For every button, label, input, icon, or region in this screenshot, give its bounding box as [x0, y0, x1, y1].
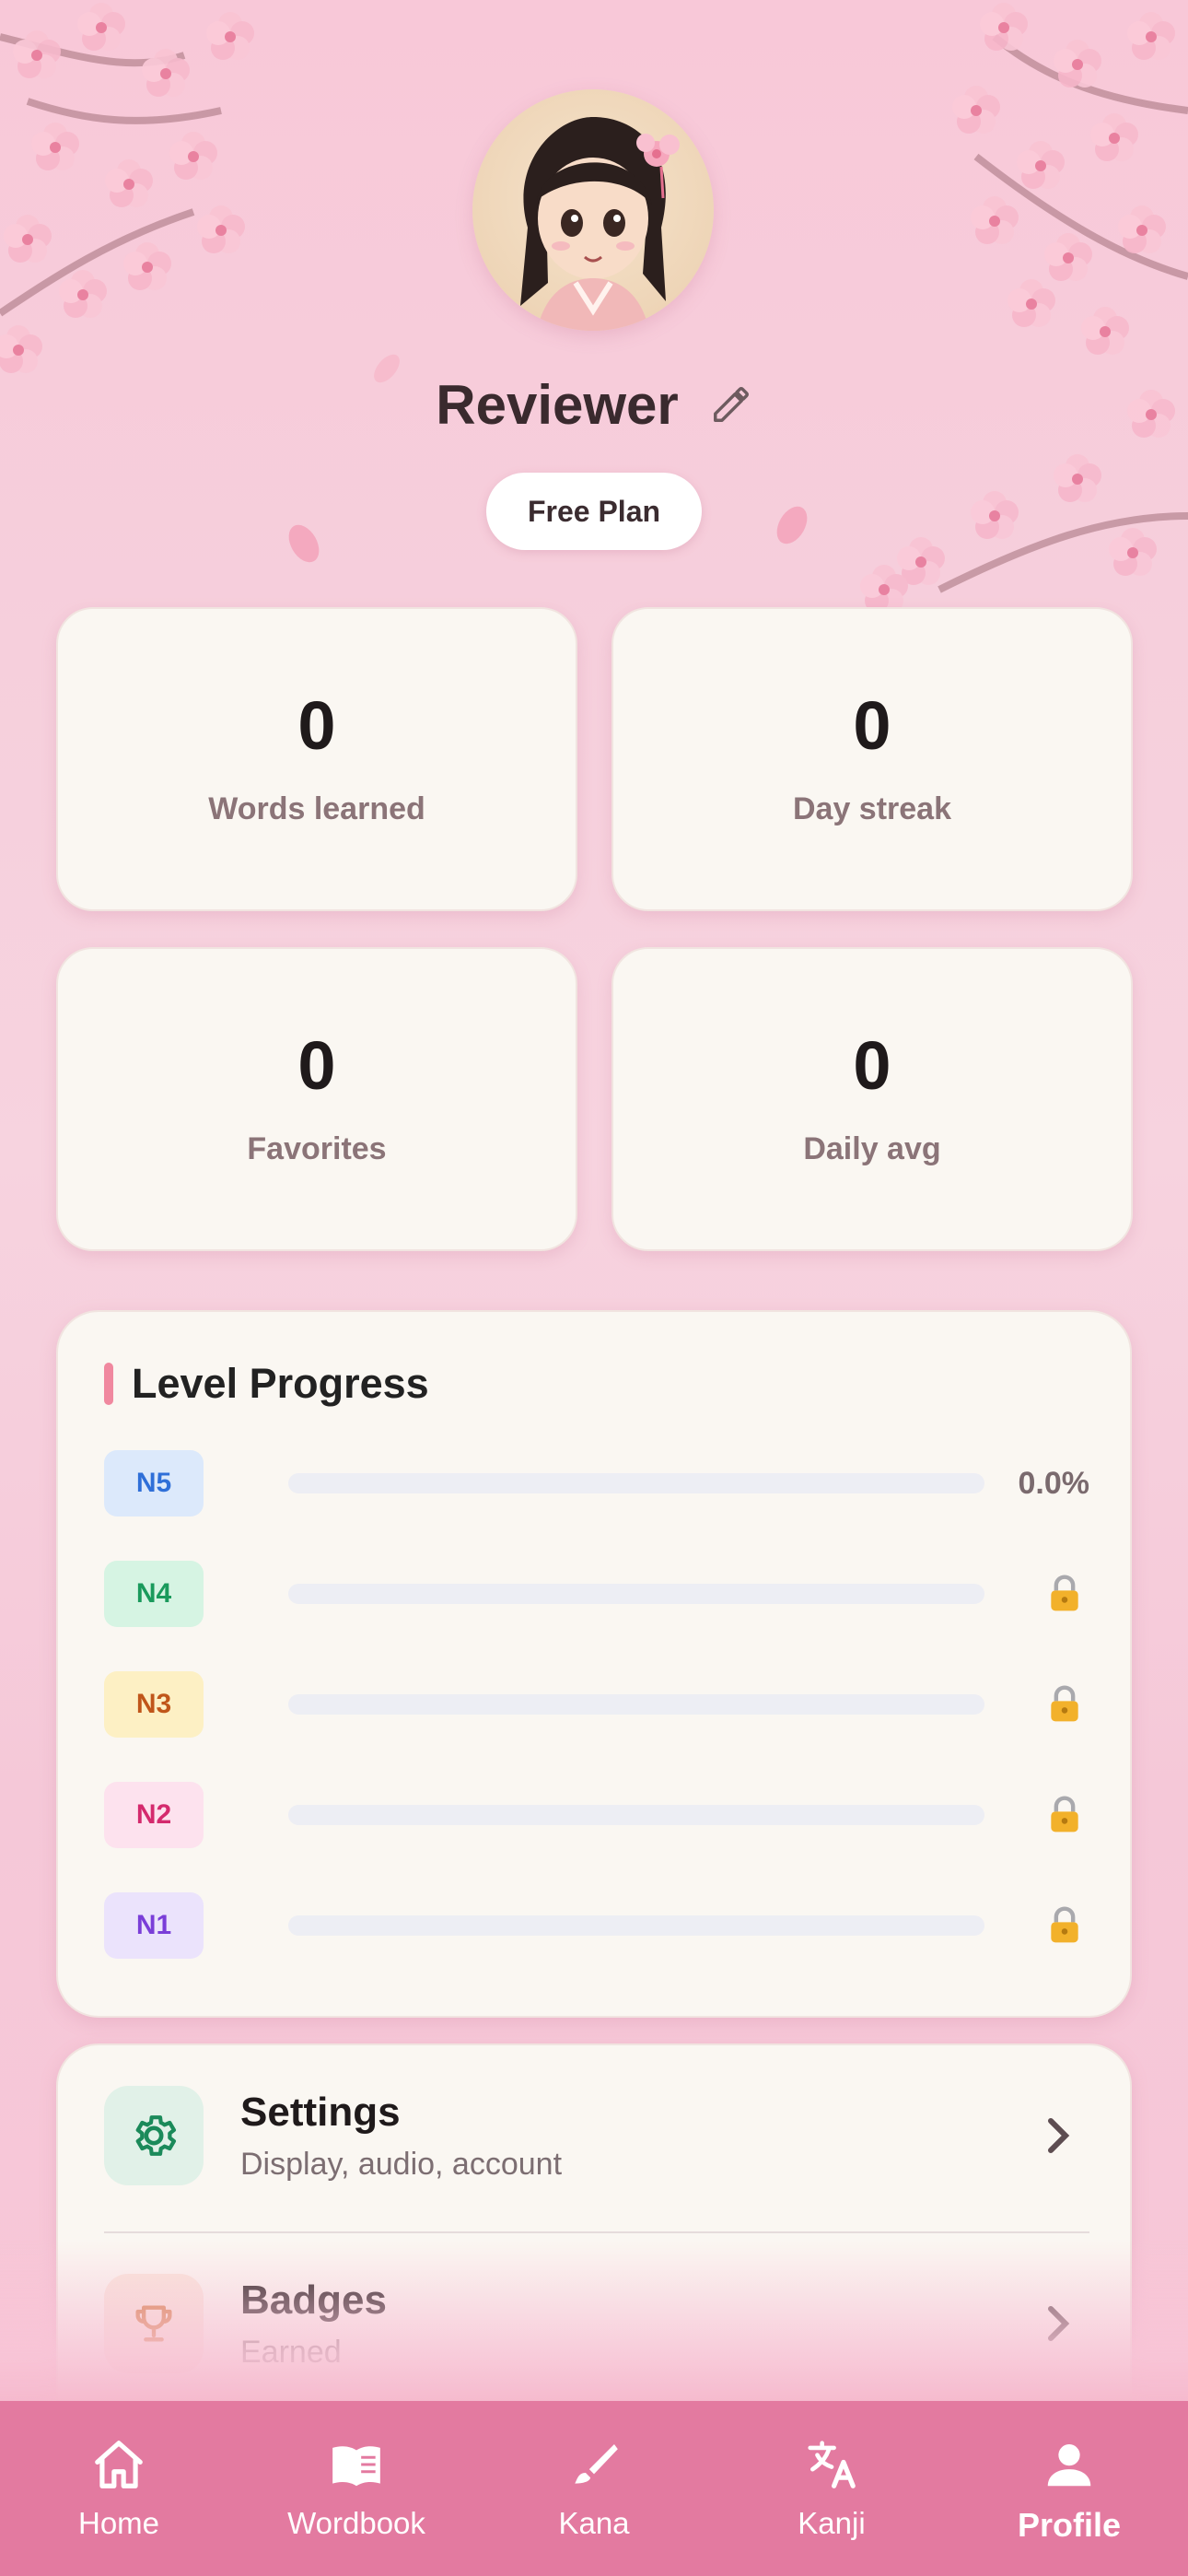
level-row-n3[interactable]: N3: [104, 1671, 1089, 1738]
avatar[interactable]: [472, 89, 714, 331]
trophy-icon: [135, 2305, 172, 2342]
level-progress-title: Level Progress: [132, 1360, 429, 1407]
book-icon: [332, 2446, 380, 2487]
menu-divider: [104, 2231, 1089, 2233]
tab-label: Home: [77, 2506, 160, 2540]
level-badge: N4: [104, 1561, 204, 1627]
tab-kanji[interactable]: Kanji: [713, 2401, 950, 2576]
level-row-n4[interactable]: N4: [104, 1561, 1089, 1627]
stat-card-daily-avg: 0 Daily avg: [611, 947, 1133, 1251]
profile-name-row: Reviewer: [0, 367, 1188, 442]
menu-icon-box: [104, 2274, 204, 2373]
tab-home[interactable]: Home: [0, 2401, 238, 2576]
level-progress-track: [288, 1805, 984, 1825]
level-progress-card: Level Progress N5 0.0% N4 N3 N2 N1: [56, 1310, 1132, 2018]
stat-value: 0: [853, 686, 891, 764]
chevron-right-icon: [1048, 2118, 1070, 2153]
menu-subtitle: Display, audio, account: [240, 2146, 563, 2182]
tab-label: Kana: [558, 2506, 630, 2540]
tab-label: Kanji: [798, 2506, 866, 2540]
menu-item-badges[interactable]: Badges Earned: [104, 2274, 1089, 2373]
translate-icon: [808, 2441, 856, 2488]
tab-profile[interactable]: Profile: [950, 2401, 1188, 2576]
level-progress-track: [288, 1473, 984, 1493]
level-progress-track: [288, 1915, 984, 1936]
level-row-n5[interactable]: N5 0.0%: [104, 1450, 1089, 1516]
bottom-tab-bar: Home Wordbook Kana Kanji Profile: [0, 2401, 1188, 2576]
profile-name: Reviewer: [436, 373, 679, 436]
chevron-right-icon: [1048, 2306, 1070, 2341]
menu-item-settings[interactable]: Settings Display, audio, account: [104, 2086, 1089, 2185]
stat-label: Favorites: [247, 1130, 387, 1166]
stat-label: Day streak: [792, 790, 951, 826]
lock-icon: [1051, 1906, 1078, 1943]
lock-icon: [1051, 1575, 1078, 1611]
menu-subtitle: Earned: [240, 2334, 342, 2370]
brush-icon: [575, 2444, 618, 2484]
menu-icon-box: [104, 2086, 204, 2185]
tab-kana[interactable]: Kana: [475, 2401, 713, 2576]
section-accent-bar: [104, 1363, 113, 1405]
level-badge: N5: [104, 1450, 204, 1516]
avatar-illustration: [520, 117, 680, 331]
home-icon: [95, 2441, 143, 2488]
level-badge: N1: [104, 1892, 204, 1959]
lock-icon: [1051, 1796, 1078, 1832]
level-percent: 0.0%: [1018, 1465, 1090, 1501]
gear-icon: [135, 2115, 177, 2156]
stat-value: 0: [297, 686, 336, 764]
level-progress-track: [288, 1584, 984, 1604]
stat-value: 0: [297, 1026, 336, 1104]
menu-title: Badges: [240, 2277, 387, 2323]
stat-label: Daily avg: [803, 1130, 941, 1166]
stat-card-words-learned: 0 Words learned: [56, 607, 577, 911]
edit-pencil-icon[interactable]: [710, 383, 752, 426]
level-badge: N3: [104, 1671, 204, 1738]
level-row-n2[interactable]: N2: [104, 1782, 1089, 1848]
tab-wordbook[interactable]: Wordbook: [238, 2401, 475, 2576]
tab-label: Profile: [1017, 2506, 1122, 2544]
stat-card-day-streak: 0 Day streak: [611, 607, 1133, 911]
lock-icon: [1051, 1685, 1078, 1722]
plan-badge[interactable]: Free Plan: [486, 473, 702, 550]
level-row-n1[interactable]: N1: [104, 1892, 1089, 1959]
person-icon: [1047, 2444, 1091, 2487]
stat-label: Words learned: [208, 790, 425, 826]
tab-label: Wordbook: [287, 2506, 425, 2540]
level-badge: N2: [104, 1782, 204, 1848]
stat-card-favorites: 0 Favorites: [56, 947, 577, 1251]
level-progress-header: Level Progress: [104, 1360, 429, 1408]
stat-value: 0: [853, 1026, 891, 1104]
level-progress-track: [288, 1694, 984, 1715]
menu-title: Settings: [240, 2089, 401, 2135]
